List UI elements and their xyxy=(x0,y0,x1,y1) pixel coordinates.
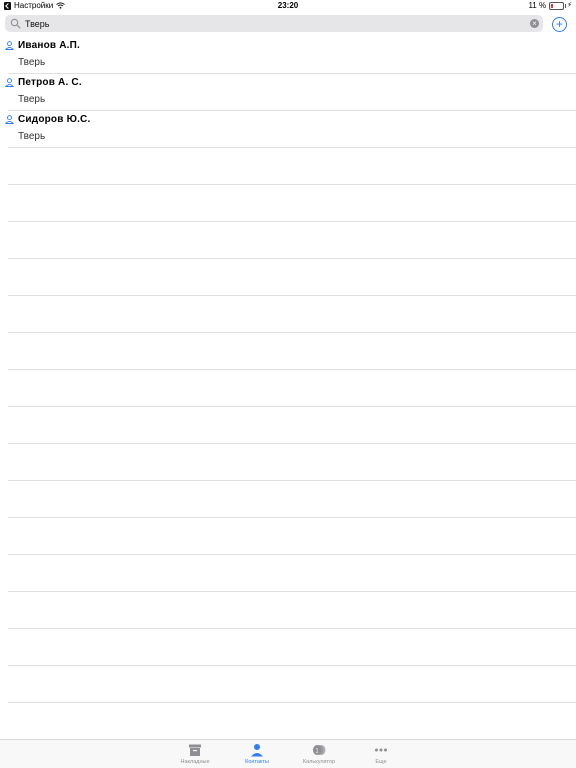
empty-row xyxy=(8,333,576,370)
empty-row xyxy=(8,259,576,296)
empty-row xyxy=(8,444,576,481)
search-icon xyxy=(10,18,21,29)
empty-row xyxy=(8,518,576,555)
add-contact-button[interactable]: + xyxy=(552,17,567,32)
more-dots-icon xyxy=(375,748,387,752)
status-bar: Настройки 23:20 11 % ⚡ xyxy=(0,0,576,12)
list-item[interactable]: Петров А. С. Тверь xyxy=(5,74,576,111)
empty-row xyxy=(8,148,576,185)
empty-row xyxy=(8,666,576,703)
tab-label: Контакты xyxy=(245,759,269,765)
empty-row xyxy=(8,481,576,518)
archive-box-icon xyxy=(189,744,201,756)
contact-city: Тверь xyxy=(18,94,46,105)
status-right: 11 % ⚡ xyxy=(528,1,572,10)
tab-label: Еще xyxy=(375,759,387,765)
empty-row xyxy=(8,296,576,333)
empty-row xyxy=(8,222,576,259)
person-icon xyxy=(5,41,14,50)
screen: Настройки 23:20 11 % ⚡ × + xyxy=(0,0,576,768)
contact-city: Тверь xyxy=(18,131,46,142)
clear-search-icon[interactable]: × xyxy=(530,19,539,28)
empty-row xyxy=(8,370,576,407)
battery-icon xyxy=(549,1,567,10)
empty-row xyxy=(8,703,576,740)
coins-icon: 1 xyxy=(313,745,326,755)
tab-bar: Накладные Контакты 1 Калькулятор Еще xyxy=(0,739,576,768)
list-item[interactable]: Сидоров Ю.С. Тверь xyxy=(5,111,576,148)
search-bar: × xyxy=(5,15,543,32)
person-icon xyxy=(5,78,14,87)
empty-row xyxy=(8,407,576,444)
charging-bolt-icon: ⚡ xyxy=(567,2,572,9)
tab-label: Калькулятор xyxy=(302,759,336,765)
search-input[interactable] xyxy=(25,15,525,32)
person-icon xyxy=(251,744,263,757)
empty-row xyxy=(8,185,576,222)
tab-calculator[interactable]: 1 Калькулятор xyxy=(289,743,349,768)
list-item[interactable]: Иванов А.П. Тверь xyxy=(5,37,576,74)
contact-name: Сидоров Ю.С. xyxy=(18,114,91,125)
tab-invoices[interactable]: Накладные xyxy=(165,743,225,768)
empty-row xyxy=(8,555,576,592)
person-icon xyxy=(5,115,14,124)
contact-list: Иванов А.П. Тверь Петров А. С. Тверь Сид… xyxy=(0,37,576,740)
status-time: 23:20 xyxy=(277,1,299,10)
empty-row xyxy=(8,592,576,629)
empty-row xyxy=(8,629,576,666)
empty-rows xyxy=(0,148,576,740)
contact-name: Петров А. С. xyxy=(18,77,82,88)
tab-more[interactable]: Еще xyxy=(351,743,411,768)
tab-contacts[interactable]: Контакты xyxy=(227,743,287,768)
contact-city: Тверь xyxy=(18,57,46,68)
contact-name: Иванов А.П. xyxy=(18,40,81,51)
tab-label: Накладные xyxy=(180,759,210,765)
battery-percent: 11 % xyxy=(528,1,547,10)
